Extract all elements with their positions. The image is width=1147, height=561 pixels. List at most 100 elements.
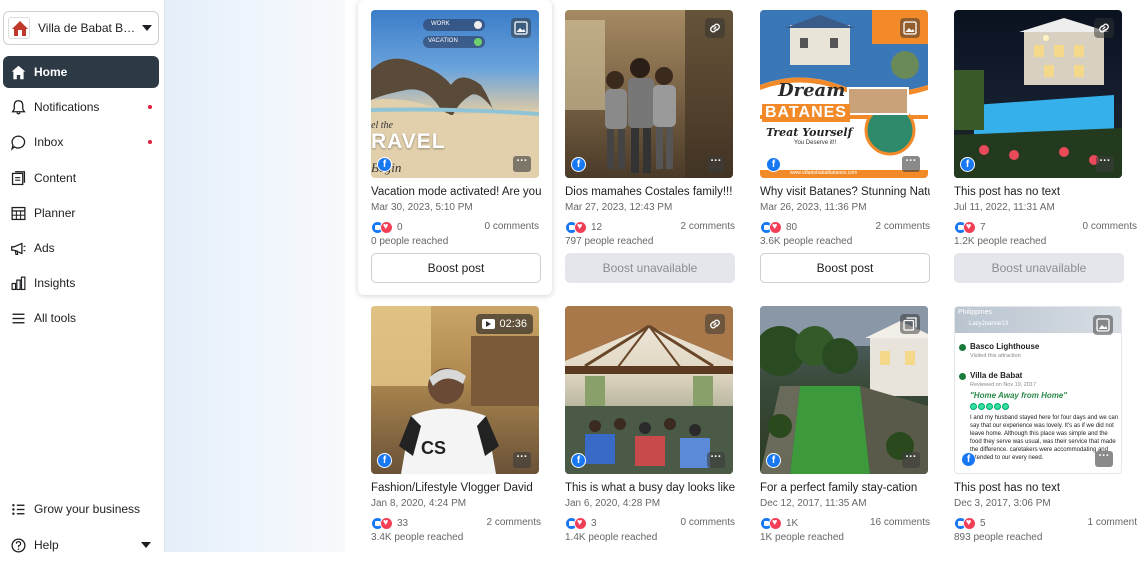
- more-options-button[interactable]: ···: [513, 452, 531, 468]
- love-icon: [574, 220, 587, 234]
- location-icon: [959, 344, 966, 351]
- post-card[interactable]: f ··· This post has no text Jul 11, 2022…: [954, 10, 1137, 295]
- bell-icon: [9, 98, 27, 116]
- facebook-icon: f: [960, 157, 975, 172]
- post-card[interactable]: CS 02:36 f ··· Fashion/Lifestyle Vlogger…: [371, 306, 551, 552]
- post-date: Jan 6, 2020, 4:28 PM: [565, 498, 661, 509]
- post-date: Dec 12, 2017, 11:35 AM: [760, 498, 867, 509]
- chevron-down-icon: [142, 25, 152, 31]
- post-text: For a perfect family stay-cation: [760, 482, 918, 494]
- more-options-button[interactable]: ···: [707, 452, 725, 468]
- sidebar-item-label: Insights: [34, 276, 76, 290]
- reactions: 80: [760, 220, 797, 234]
- post-date: Mar 30, 2023, 5:10 PM: [371, 202, 473, 213]
- post-thumbnail[interactable]: f ···: [954, 10, 1122, 178]
- post-card[interactable]: Dream BATANES Treat Yourself You Deserve…: [760, 10, 940, 295]
- boost-post-button[interactable]: Boost post: [760, 253, 930, 283]
- post-date: Mar 26, 2023, 11:36 PM: [760, 202, 867, 213]
- sidebar-item-inbox[interactable]: Inbox: [3, 126, 159, 158]
- facebook-icon: f: [961, 452, 976, 467]
- boost-post-button[interactable]: Boost post: [371, 253, 541, 283]
- sidebar-item-label: Ads: [34, 241, 55, 255]
- thumb-subtitle: BATANES: [762, 104, 850, 122]
- reach-count: 0 people reached: [371, 236, 449, 247]
- background-panel: [165, 0, 345, 552]
- reach-count: 1.4K people reached: [565, 532, 658, 543]
- link-icon: [705, 18, 725, 38]
- comment-count: 0 comments: [1082, 221, 1137, 232]
- post-thumbnail[interactable]: el the Begin WORK VACATION RAVEL f ···: [371, 10, 539, 178]
- boost-unavailable-button: Boost unavailable: [565, 253, 735, 283]
- review-hotel: Villa de Babat: [970, 371, 1023, 380]
- comment-count: 1 comment: [1087, 517, 1137, 528]
- notification-dot: [148, 105, 152, 109]
- thumb-tagline: Treat Yourself: [766, 126, 853, 139]
- reactions: 12: [565, 220, 602, 234]
- reactions: 3: [565, 516, 597, 530]
- post-card[interactable]: f ··· Dios mamahes Costales family!!! Ma…: [565, 10, 745, 295]
- link-icon: [705, 314, 725, 334]
- comment-count: 2 comments: [486, 517, 541, 528]
- more-options-button[interactable]: ···: [1096, 156, 1114, 172]
- facebook-icon: f: [571, 453, 586, 468]
- location-icon: [959, 373, 966, 380]
- sidebar-item-content[interactable]: Content: [3, 162, 159, 194]
- facebook-icon: f: [766, 453, 781, 468]
- album-icon: [900, 314, 920, 334]
- sidebar-item-label: Notifications: [34, 100, 100, 114]
- post-text: This post has no text: [954, 482, 1061, 494]
- notification-dot: [148, 140, 152, 144]
- reaction-count: 33: [397, 517, 409, 529]
- thumb-url: www.villadebabatbatanes.com: [790, 170, 858, 176]
- post-card[interactable]: Philippines LazyJoanne13 Basco Lighthous…: [954, 306, 1137, 552]
- content-icon: [9, 169, 27, 187]
- thumb-chip-vacation: VACATION: [428, 38, 458, 44]
- sidebar-item-label: Grow your business: [34, 502, 141, 516]
- sidebar-item-home[interactable]: Home: [3, 56, 159, 88]
- post-thumbnail[interactable]: f ···: [565, 10, 733, 178]
- post-card[interactable]: f ··· For a perfect family stay-cation D…: [760, 306, 940, 552]
- comment-count: 0 comments: [484, 221, 539, 232]
- comment-count: 0 comments: [680, 517, 735, 528]
- facebook-icon: f: [377, 157, 392, 172]
- more-options-button[interactable]: ···: [1095, 451, 1113, 467]
- post-thumbnail[interactable]: Dream BATANES Treat Yourself You Deserve…: [760, 10, 928, 178]
- reaction-count: 0: [397, 221, 403, 233]
- post-thumbnail[interactable]: f ···: [760, 306, 928, 474]
- sidebar-item-planner[interactable]: Planner: [3, 197, 159, 229]
- sidebar-item-grow-business[interactable]: Grow your business: [3, 493, 159, 525]
- video-duration-badge: 02:36: [476, 314, 533, 334]
- thumb-small-text: You Deserve it!!: [794, 140, 837, 146]
- thumb-caption: RAVEL: [371, 130, 446, 153]
- sidebar-item-label: Content: [34, 171, 77, 185]
- post-thumbnail[interactable]: f ···: [565, 306, 733, 474]
- page-selector[interactable]: Villa de Babat Batanes: [3, 11, 159, 45]
- sidebar-item-ads[interactable]: Ads: [3, 232, 159, 264]
- sidebar-item-all-tools[interactable]: All tools: [3, 302, 159, 334]
- reaction-count: 7: [980, 221, 986, 233]
- reach-count: 1.2K people reached: [954, 236, 1047, 247]
- post-card[interactable]: f ··· This is what a busy day looks like…: [565, 306, 745, 552]
- sidebar-item-label: All tools: [34, 311, 77, 325]
- more-options-button[interactable]: ···: [902, 452, 920, 468]
- sidebar-item-insights[interactable]: Insights: [3, 267, 159, 299]
- rating-bubbles: [970, 403, 1009, 410]
- thumb-title: Dream: [778, 80, 846, 101]
- love-icon: [963, 516, 976, 530]
- post-date: Dec 3, 2017, 3:06 PM: [954, 498, 1051, 509]
- post-thumbnail[interactable]: CS 02:36 f ···: [371, 306, 539, 474]
- more-options-button[interactable]: ···: [513, 156, 531, 172]
- sidebar-item-help[interactable]: Help: [3, 529, 159, 561]
- post-text: Why visit Batanes? Stunning Nature: [760, 186, 930, 198]
- review-hotel-sub: Reviewed on Nov 19, 2017: [970, 382, 1037, 388]
- love-icon: [769, 220, 782, 234]
- more-options-button[interactable]: ···: [902, 156, 920, 172]
- megaphone-icon: [9, 239, 27, 257]
- more-options-button[interactable]: ···: [707, 156, 725, 172]
- video-duration: 02:36: [499, 318, 527, 330]
- post-thumbnail[interactable]: Philippines LazyJoanne13 Basco Lighthous…: [954, 306, 1122, 474]
- post-card[interactable]: el the Begin WORK VACATION RAVEL f ··· V…: [358, 0, 552, 295]
- review-place: Basco Lighthouse: [970, 342, 1040, 351]
- sidebar-item-notifications[interactable]: Notifications: [3, 91, 159, 123]
- reactions: 1K: [760, 516, 798, 530]
